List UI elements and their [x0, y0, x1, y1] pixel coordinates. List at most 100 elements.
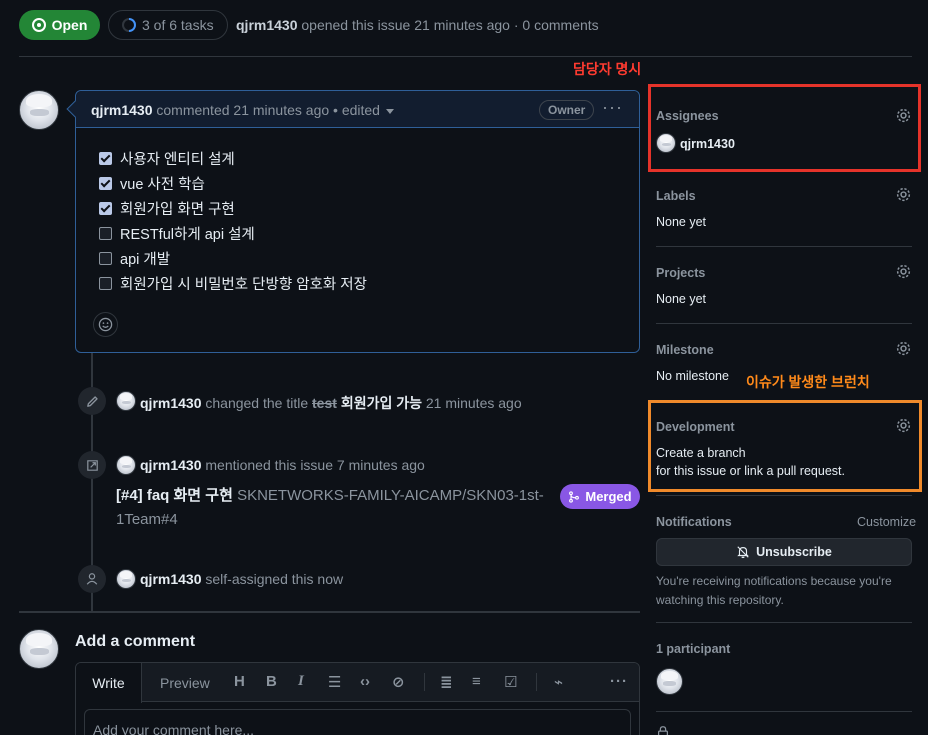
code-icon[interactable]: ‹›: [360, 673, 370, 690]
participants-label: 1 participant: [656, 642, 731, 656]
event-action-text: self-assigned this now: [205, 571, 344, 587]
gear-icon[interactable]: [895, 340, 912, 357]
sidebar-divider: [656, 711, 912, 712]
comment-meta: qjrm1430 commented 21 minutes ago • edit…: [91, 102, 394, 118]
old-title: test: [312, 395, 337, 411]
branch-annotation-label: 이슈가 발생한 브런치: [746, 374, 870, 390]
comment-meta-text[interactable]: commented 21 minutes ago • edited: [156, 102, 380, 118]
task-label: api 개발: [120, 252, 171, 268]
task-checkbox[interactable]: [99, 177, 112, 190]
current-user-avatar[interactable]: [19, 629, 59, 669]
attach-icon[interactable]: ⌁: [554, 673, 563, 691]
new-title: 회원가입 가능: [340, 395, 422, 411]
header-divider: [19, 56, 912, 57]
comment-author-link[interactable]: qjrm1430: [91, 102, 152, 118]
issue-open-icon: [31, 18, 46, 32]
link-icon[interactable]: ⊘: [392, 673, 405, 691]
task-item[interactable]: RESTful하게 api 설계: [99, 223, 255, 244]
task-checkbox[interactable]: [99, 227, 112, 240]
task-checkbox[interactable]: [99, 252, 112, 265]
rename-event: qjrm1430 changed the title test 회원가입 가능 …: [140, 393, 522, 413]
labels-value: None yet: [656, 215, 707, 229]
event-action-text: mentioned this issue 7 minutes ago: [205, 457, 425, 473]
participant-avatar[interactable]: [656, 668, 683, 695]
pencil-icon: [78, 387, 106, 415]
task-label: vue 사전 학습: [120, 177, 205, 193]
event-time[interactable]: 21 minutes ago: [426, 395, 522, 411]
quote-icon[interactable]: ☰: [328, 673, 341, 691]
unsubscribe-label: Unsubscribe: [756, 545, 832, 559]
task-item[interactable]: 사용자 엔티티 설계: [99, 148, 235, 169]
lock-icon[interactable]: [656, 725, 670, 735]
sidebar-divider: [656, 246, 912, 247]
issue-state-badge: Open: [19, 10, 100, 40]
task-list-icon[interactable]: ☑: [504, 673, 517, 691]
comment-author-avatar[interactable]: [19, 90, 59, 130]
more-options-icon[interactable]: ···: [610, 673, 628, 690]
event-author-avatar[interactable]: [116, 569, 136, 589]
task-item[interactable]: api 개발: [99, 248, 170, 269]
unordered-list-icon[interactable]: ≡: [472, 673, 481, 690]
sidebar-divider: [656, 495, 912, 496]
cross-reference-icon: [78, 451, 106, 479]
event-author-link[interactable]: qjrm1430: [140, 395, 201, 411]
projects-value: None yet: [656, 292, 707, 306]
gear-icon[interactable]: [895, 186, 912, 203]
owner-badge: Owner: [539, 100, 595, 120]
person-icon: [78, 565, 106, 593]
assignee-annotation-label: 담당자 명시: [573, 61, 642, 77]
issue-comment: qjrm1430 commented 21 minutes ago • edit…: [66, 90, 640, 353]
toolbar-divider: [536, 673, 537, 691]
gear-icon[interactable]: [895, 263, 912, 280]
customize-link[interactable]: Customize: [857, 515, 916, 529]
task-label: RESTful하게 api 설계: [120, 227, 255, 243]
task-checkbox[interactable]: [99, 202, 112, 215]
sidebar-divider: [656, 323, 912, 324]
italic-icon[interactable]: I: [298, 673, 304, 690]
tab-preview[interactable]: Preview: [160, 675, 210, 691]
event-action-text: changed the title: [205, 395, 309, 411]
progress-ring-icon: [122, 18, 136, 32]
mention-event: qjrm1430 mentioned this issue 7 minutes …: [140, 457, 425, 473]
sidebar-notifications-label: Notifications: [656, 515, 732, 529]
event-author-link[interactable]: qjrm1430: [140, 571, 201, 587]
add-comment-title: Add a comment: [75, 633, 196, 650]
task-label: 회원가입 화면 구현: [120, 202, 235, 218]
assignee-annotation-box: [648, 84, 921, 172]
tasks-progress-label: 3 of 6 tasks: [142, 17, 214, 33]
comment-input[interactable]: Add your comment here...: [84, 709, 631, 735]
issue-opened-line: qjrm1430 opened this issue 21 minutes ag…: [236, 17, 599, 33]
add-reaction-button[interactable]: [93, 312, 118, 337]
sidebar-divider: [656, 622, 912, 623]
milestone-value: No milestone: [656, 369, 729, 383]
sidebar-projects-label[interactable]: Projects: [656, 266, 705, 280]
task-checkbox[interactable]: [99, 152, 112, 165]
chevron-down-icon[interactable]: [385, 108, 394, 114]
timeline-divider: [19, 611, 640, 613]
issue-author-link[interactable]: qjrm1430: [236, 17, 297, 33]
pr-title-link[interactable]: [#4] faq 화면 구현: [116, 487, 233, 504]
ordered-list-icon[interactable]: ≣: [440, 673, 453, 691]
smiley-icon: [98, 317, 113, 332]
comment-editor: Write Preview H B I ☰ ‹› ⊘ ≣ ≡ ☑ ⌁ ··· A…: [75, 662, 640, 735]
sidebar-labels-label[interactable]: Labels: [656, 189, 696, 203]
event-author-link[interactable]: qjrm1430: [140, 457, 201, 473]
task-checkbox[interactable]: [99, 277, 112, 290]
event-author-avatar[interactable]: [116, 391, 136, 411]
task-item[interactable]: vue 사전 학습: [99, 173, 205, 194]
linked-pr[interactable]: [#4] faq 화면 구현 SKNETWORKS-FAMILY-AICAMP/…: [116, 484, 546, 532]
merge-icon: [569, 490, 580, 503]
bold-icon[interactable]: B: [266, 673, 277, 690]
task-label: 회원가입 시 비밀번호 단방향 암호화 저장: [120, 277, 367, 293]
task-item[interactable]: 회원가입 화면 구현: [99, 198, 235, 219]
branch-annotation-box: [648, 400, 922, 492]
bell-slash-icon: [737, 546, 749, 559]
tasks-progress-badge[interactable]: 3 of 6 tasks: [108, 10, 228, 40]
heading-icon[interactable]: H: [234, 673, 245, 690]
task-item[interactable]: 회원가입 시 비밀번호 단방향 암호화 저장: [99, 273, 367, 294]
kebab-menu-icon[interactable]: ···: [602, 98, 623, 116]
sidebar-milestone-label[interactable]: Milestone: [656, 343, 714, 357]
unsubscribe-button[interactable]: Unsubscribe: [656, 538, 912, 566]
event-author-avatar[interactable]: [116, 455, 136, 475]
tab-write[interactable]: Write: [76, 663, 142, 703]
